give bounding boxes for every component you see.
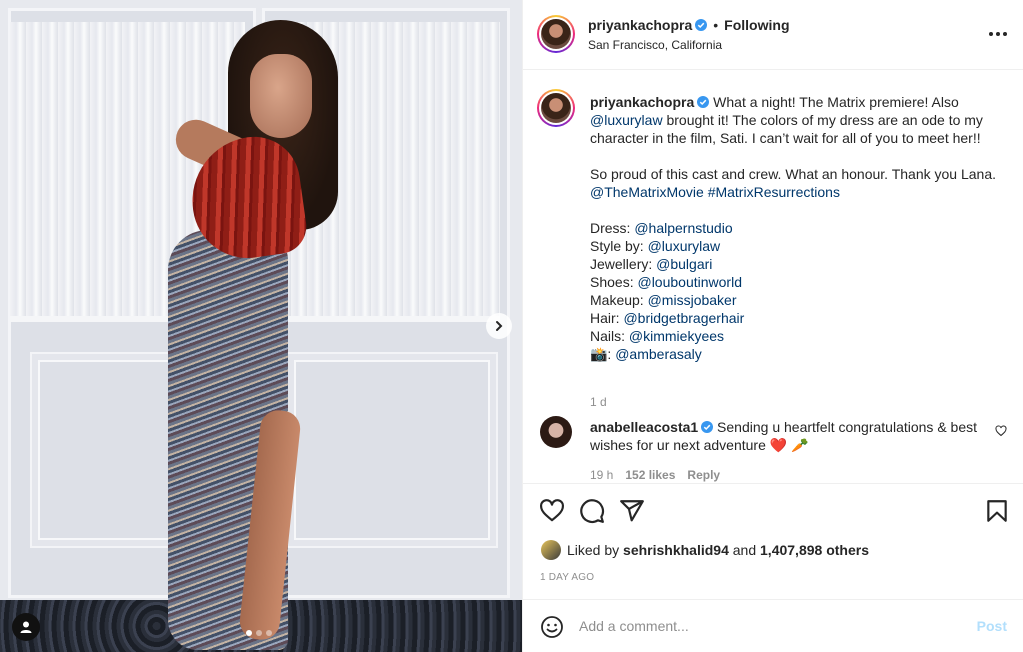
post-date[interactable]: 1 DAY AGO: [540, 572, 594, 583]
post-location[interactable]: San Francisco, California: [588, 38, 722, 52]
author-username[interactable]: priyankachopra: [588, 17, 692, 33]
verified-badge-icon: [695, 19, 708, 31]
credit-line: Makeup: @missjobaker: [590, 292, 737, 308]
post-comment-button[interactable]: Post: [977, 618, 1007, 634]
emoji-icon[interactable]: [540, 615, 564, 639]
mention-link[interactable]: @amberasaly: [615, 346, 702, 362]
caption-text: priyankachopra What a night! The Matrix …: [590, 93, 1000, 363]
liker-avatar[interactable]: [541, 540, 561, 560]
hashtag-link[interactable]: #MatrixResurrections: [708, 184, 840, 200]
comment-timestamp: 19 h: [590, 468, 614, 482]
post-photo[interactable]: [0, 0, 522, 652]
caption-avatar[interactable]: [537, 89, 575, 127]
verified-badge-icon: [701, 421, 714, 433]
mention-link[interactable]: @halpernstudio: [634, 220, 732, 236]
add-comment-bar: Post: [523, 599, 1023, 652]
credit-line: Style by: @luxurylaw: [590, 238, 721, 254]
post-actions: Liked by sehrishkhalid94 and 1,407,898 o…: [523, 483, 1023, 599]
heart-icon[interactable]: [539, 498, 565, 524]
mention-link[interactable]: @bulgari: [656, 256, 712, 272]
caption-line: So proud of this cast and crew. What an …: [590, 166, 996, 182]
mention-link[interactable]: @luxurylaw: [590, 112, 663, 128]
carousel-dot-1: [246, 630, 252, 636]
caption-timestamp: 1 d: [590, 395, 607, 409]
credit-line: Nails: @kimmiekyees: [590, 328, 725, 344]
credit-line: Jewellery: @bulgari: [590, 256, 713, 272]
likes-summary: Liked by sehrishkhalid94 and 1,407,898 o…: [541, 540, 869, 560]
comment-input[interactable]: [579, 614, 959, 638]
caption-line: What a night! The Matrix premiere! Also: [709, 94, 959, 110]
carousel-indicator: [246, 630, 272, 636]
person-figure: [150, 20, 340, 652]
post-side-panel: priyankachopra • Following San Francisco…: [522, 0, 1023, 652]
face: [250, 54, 312, 138]
verified-badge-icon: [697, 96, 710, 108]
post-header: priyankachopra • Following San Francisco…: [523, 0, 1023, 70]
share-icon[interactable]: [619, 498, 645, 524]
tag-person-icon: [20, 621, 32, 633]
commenter-username[interactable]: anabelleacosta1: [590, 419, 698, 435]
separator-dot: •: [713, 17, 719, 33]
likes-prefix: Liked by: [567, 542, 620, 558]
comment-reply-button[interactable]: Reply: [687, 468, 720, 482]
comment-meta: 19 h 152 likes Reply: [590, 468, 720, 482]
carousel-next-button[interactable]: [486, 313, 512, 339]
chevron-right-icon: [496, 321, 503, 331]
mention-link[interactable]: @bridgetbragerhair: [623, 310, 744, 326]
credit-line: Hair: @bridgetbragerhair: [590, 310, 745, 326]
comment-like-heart-icon[interactable]: [995, 425, 1007, 437]
caption-username[interactable]: priyankachopra: [590, 94, 694, 110]
carousel-dot-3: [266, 630, 272, 636]
credit-line: Dress: @halpernstudio: [590, 220, 733, 236]
mention-link[interactable]: @louboutinworld: [637, 274, 742, 290]
carousel-dot-2: [256, 630, 262, 636]
likes-count[interactable]: 1,407,898 others: [760, 542, 869, 558]
comment-icon[interactable]: [579, 498, 605, 524]
following-button[interactable]: Following: [724, 17, 789, 33]
comments-section[interactable]: priyankachopra What a night! The Matrix …: [523, 71, 1023, 482]
bookmark-icon[interactable]: [984, 498, 1010, 524]
credits-list: Dress: @halpernstudio Style by: @luxuryl…: [590, 219, 1000, 363]
comment-text: anabelleacosta1 Sending u heartfelt cong…: [590, 418, 990, 454]
tagged-people-button[interactable]: [12, 613, 40, 641]
mention-link[interactable]: @luxurylaw: [648, 238, 721, 254]
more-options-icon[interactable]: [986, 24, 1010, 44]
mention-link[interactable]: @missjobaker: [648, 292, 737, 308]
commenter-avatar[interactable]: [540, 416, 572, 448]
likes-and: and: [728, 542, 761, 558]
comment-likes-count[interactable]: 152 likes: [625, 468, 675, 482]
author-avatar[interactable]: [537, 15, 575, 53]
credit-line: Shoes: @louboutinworld: [590, 274, 742, 290]
liker-username[interactable]: sehrishkhalid94: [623, 542, 729, 558]
author-line: priyankachopra • Following: [588, 17, 790, 33]
mention-link[interactable]: @kimmiekyees: [629, 328, 724, 344]
credit-line: 📸: @amberasaly: [590, 346, 702, 362]
mention-link[interactable]: @TheMatrixMovie: [590, 184, 704, 200]
